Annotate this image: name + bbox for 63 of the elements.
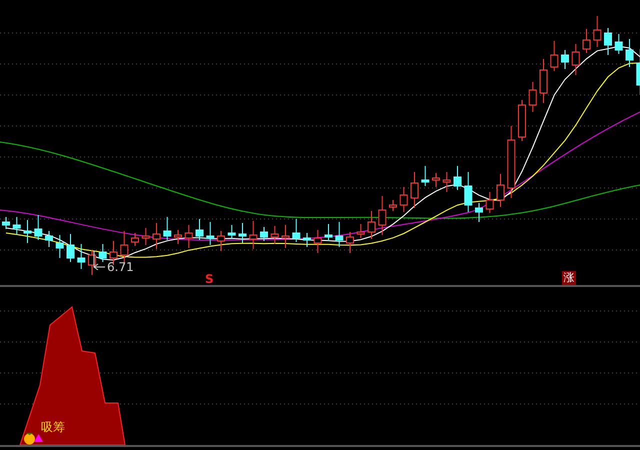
- candlestick: [174, 230, 182, 244]
- candlestick: [184, 224, 193, 248]
- candlestick: [292, 218, 300, 242]
- candlestick: [475, 202, 483, 222]
- candlestick: [518, 100, 526, 142]
- candlestick: [389, 200, 397, 212]
- candlestick: [131, 232, 139, 246]
- candlestick: [550, 40, 558, 72]
- candlestick: [604, 28, 612, 56]
- candlestick: [454, 166, 462, 190]
- candlestick: [163, 216, 172, 240]
- candlestick: [238, 222, 246, 244]
- candlestick: [34, 214, 42, 240]
- candlestick: [368, 210, 376, 240]
- candlestick: [432, 172, 440, 188]
- candlestick: [196, 218, 204, 240]
- indicator-label: 吸筹: [41, 419, 65, 436]
- candlestick: [561, 50, 569, 70]
- candlestick: [217, 230, 225, 252]
- candlestick: [626, 38, 634, 68]
- triangle-icon: [34, 434, 43, 442]
- candlestick: [464, 172, 472, 212]
- candlestick: [228, 224, 236, 240]
- candlestick: [540, 58, 548, 104]
- candlestick: [270, 226, 279, 244]
- candlestick: [12, 216, 21, 236]
- candlestick: [282, 224, 290, 248]
- sell-signal-mark: S: [205, 273, 214, 285]
- candlestick: [88, 250, 96, 276]
- candlestick: [98, 244, 107, 262]
- candlestick: [572, 44, 580, 76]
- candlestick: [356, 224, 365, 238]
- candlestick: [582, 28, 590, 54]
- candlestick: [66, 234, 74, 262]
- candlestick: [303, 232, 311, 248]
- candlestick: [45, 230, 53, 248]
- candlestick: [56, 234, 64, 258]
- candlestick: [260, 226, 268, 242]
- candlestick: [593, 16, 602, 48]
- candlestick: [206, 222, 214, 246]
- rise-signal-badge: 涨: [562, 271, 576, 285]
- candlestick: [442, 172, 451, 192]
- candlestick: [486, 192, 494, 214]
- candlestick: [142, 228, 150, 246]
- candlestick: [152, 222, 160, 250]
- candlestick: [77, 244, 86, 270]
- candlestick: [2, 216, 10, 230]
- candlestick: [421, 166, 430, 186]
- price-label: 6.71: [107, 260, 134, 274]
- candlestick: [614, 34, 623, 54]
- candlestick: [496, 174, 504, 208]
- candlestick: [324, 224, 332, 242]
- candlestick: [346, 232, 354, 254]
- leader-arrow: [92, 250, 106, 270]
- candlestick: [24, 220, 32, 244]
- candlestick: [335, 222, 344, 248]
- candlestick: [314, 230, 322, 254]
- fruit-icon: [22, 430, 37, 445]
- candlestick: [410, 172, 418, 208]
- candlestick: [249, 220, 258, 250]
- candlestick: [400, 186, 408, 212]
- candlestick: [378, 196, 386, 236]
- candlestick: [528, 82, 537, 112]
